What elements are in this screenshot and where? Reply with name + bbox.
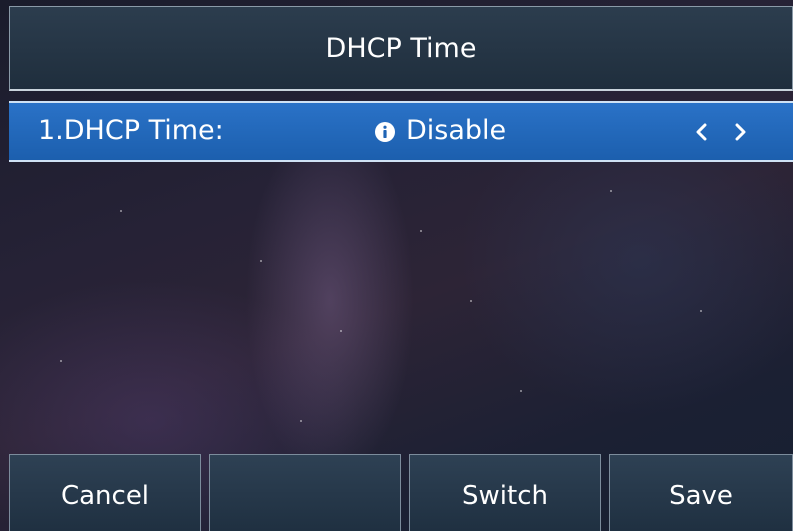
menu-item-dhcp-time[interactable]: 1.DHCP Time: Disable [9,101,793,162]
star-decoration [340,330,342,332]
menu-item-label: 1.DHCP Time: [38,115,224,146]
star-decoration [700,310,702,312]
phone-screen: DHCP Time 1.DHCP Time: Disable Cancel Sw… [0,0,793,531]
save-button[interactable]: Save [609,454,793,531]
star-decoration [60,360,62,362]
cancel-button[interactable]: Cancel [9,454,201,531]
page-title: DHCP Time [325,32,477,64]
switch-button[interactable]: Switch [409,454,601,531]
chevron-left-icon[interactable] [694,122,708,142]
chevron-right-icon[interactable] [734,122,748,142]
softkey-bar: Cancel Switch Save [9,454,793,531]
info-icon [375,122,395,142]
menu-item-value: Disable [406,115,507,146]
star-decoration [610,190,612,192]
empty-softkey[interactable] [209,454,401,531]
star-decoration [420,230,422,232]
star-decoration [120,210,122,212]
star-decoration [260,260,262,262]
title-bar: DHCP Time [9,6,793,91]
star-decoration [520,390,522,392]
star-decoration [300,420,302,422]
star-decoration [470,300,472,302]
